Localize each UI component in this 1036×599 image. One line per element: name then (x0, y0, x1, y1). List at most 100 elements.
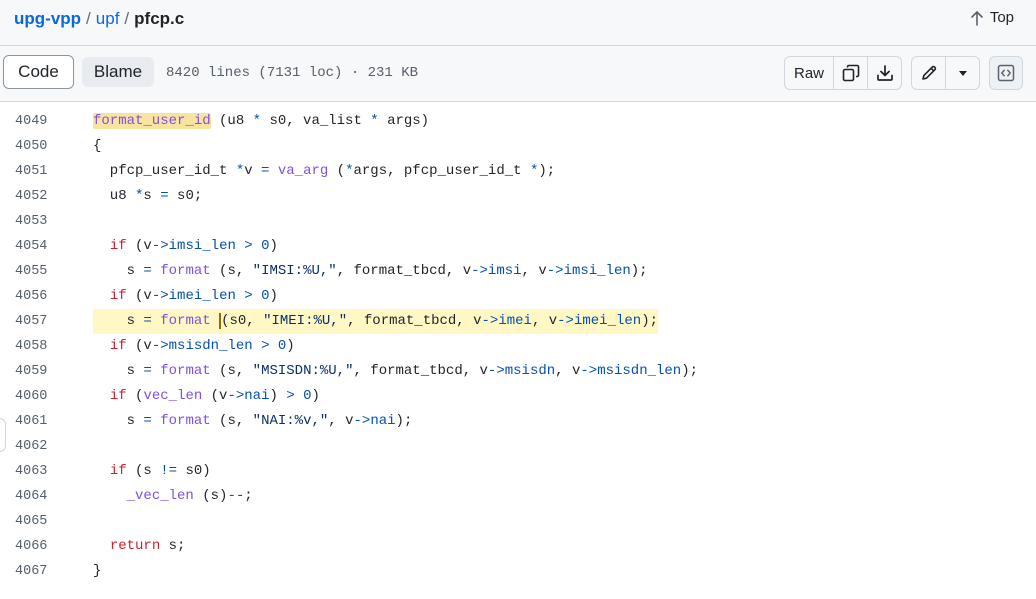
edit-file-button[interactable] (912, 57, 946, 89)
breadcrumb-dir-link[interactable]: upf (96, 9, 120, 28)
code-token: (s (126, 463, 161, 479)
code-token: = (143, 363, 152, 379)
line-number[interactable]: 4052 (15, 184, 55, 209)
line-code: if (vec_len (v->nai) > 0) (93, 384, 320, 409)
code-token: -> (151, 238, 169, 254)
line-number[interactable]: 4058 (15, 334, 55, 359)
code-token: format (160, 363, 211, 379)
code-token: s; (160, 538, 186, 554)
code-token: , v (555, 363, 581, 379)
line-code: s = format (s, "NAI:%v,", v->nai); (93, 409, 413, 434)
line-number[interactable]: 4054 (15, 234, 55, 259)
code-token: -> (487, 363, 505, 379)
download-button[interactable] (868, 57, 901, 89)
code-line: 4056 if (v->imei_len > 0) (0, 284, 1036, 309)
copy-icon (842, 64, 859, 82)
raw-button[interactable]: Raw (785, 57, 834, 89)
code-token: "NAI:%v," (252, 413, 329, 429)
expand-sidebar-handle[interactable] (0, 418, 6, 452)
symbols-panel-button[interactable] (989, 56, 1023, 90)
line-number[interactable]: 4064 (15, 484, 55, 509)
triangle-down-icon (958, 71, 967, 76)
line-number[interactable]: 4063 (15, 459, 55, 484)
line-number[interactable]: 4055 (15, 259, 55, 284)
code-token: (s, (210, 263, 253, 279)
code-token: , v (531, 313, 558, 329)
code-token: if (109, 338, 127, 354)
code-token: -> (546, 263, 564, 279)
line-number[interactable]: 4050 (15, 134, 55, 159)
code-token: "IMEI:%U," (263, 313, 348, 329)
edit-options-dropdown[interactable] (946, 57, 979, 89)
breadcrumb-separator: / (124, 9, 130, 28)
code-token: -> (471, 263, 488, 279)
line-code: } (93, 559, 101, 584)
breadcrumb-repo-link[interactable]: upg-vpp (14, 9, 81, 28)
code-view[interactable]: 4048u8 *4049format_user_id (u8 * s0, va_… (0, 102, 1036, 599)
code-token: (v (126, 338, 152, 354)
code-token: 0 (261, 288, 270, 304)
line-number[interactable]: 4049 (15, 109, 55, 134)
top-button[interactable]: Top (970, 9, 1014, 26)
line-code: if (v->msisdn_len > 0) (93, 334, 295, 359)
code-token: * (345, 163, 354, 179)
code-line: 4065 (0, 509, 1036, 534)
highlighted-symbol[interactable]: format_user_id (93, 113, 211, 129)
line-number[interactable]: 4048 (15, 102, 55, 109)
line-number[interactable]: 4053 (15, 209, 55, 234)
line-number[interactable]: 4066 (15, 534, 55, 559)
code-token: v (244, 163, 262, 179)
code-token: -> (580, 363, 598, 379)
code-token: * (118, 102, 126, 104)
line-number[interactable]: 4059 (15, 359, 55, 384)
code-token: ( (219, 313, 230, 329)
code-token: , v (521, 263, 547, 279)
line-code: if (s != s0) (93, 459, 211, 484)
line-number[interactable]: 4061 (15, 409, 55, 434)
code-token: s0; (168, 188, 203, 204)
line-code: s = format (s0, "IMEI:%U,", format_tbcd,… (93, 309, 658, 334)
code-token: != (160, 463, 178, 479)
code-token: (v (202, 388, 228, 404)
line-number[interactable]: 4051 (15, 159, 55, 184)
copy-raw-button[interactable] (834, 57, 868, 89)
line-number[interactable]: 4062 (15, 434, 55, 459)
line-number[interactable]: 4057 (15, 309, 55, 334)
code-token: if (109, 463, 127, 479)
breadcrumb-separator: / (86, 9, 91, 28)
code-token: = (143, 313, 152, 329)
code-line: 4053 (0, 209, 1036, 234)
arrow-up-icon (971, 10, 983, 26)
line-code: if (v->imsi_len > 0) (93, 234, 278, 259)
line-number[interactable]: 4060 (15, 384, 55, 409)
code-line: 4048 u8 * (0, 102, 1036, 109)
line-number[interactable]: 4065 (15, 509, 55, 534)
line-number[interactable]: 4056 (15, 284, 55, 309)
tab-code[interactable]: Code (3, 55, 74, 89)
code-token: = (143, 263, 152, 279)
tab-blame[interactable]: Blame (82, 57, 154, 87)
code-line: 4064 _vec_len (s)--; (0, 484, 1036, 509)
breadcrumb: upg-vpp / upf / pfcp.c (14, 8, 184, 30)
code-token: s (93, 413, 144, 429)
code-token: -> (481, 313, 499, 329)
code-token: s (93, 363, 144, 379)
code-token: -> (151, 288, 169, 304)
line-number[interactable]: 4067 (15, 559, 55, 584)
code-token: u8 (93, 102, 118, 104)
code-token: * (370, 113, 379, 129)
code-token: imei_len (573, 313, 642, 329)
code-line: 4060 if (vec_len (v->nai) > 0) (0, 384, 1036, 409)
code-token: (s, (210, 413, 253, 429)
code-token: ( (126, 388, 144, 404)
